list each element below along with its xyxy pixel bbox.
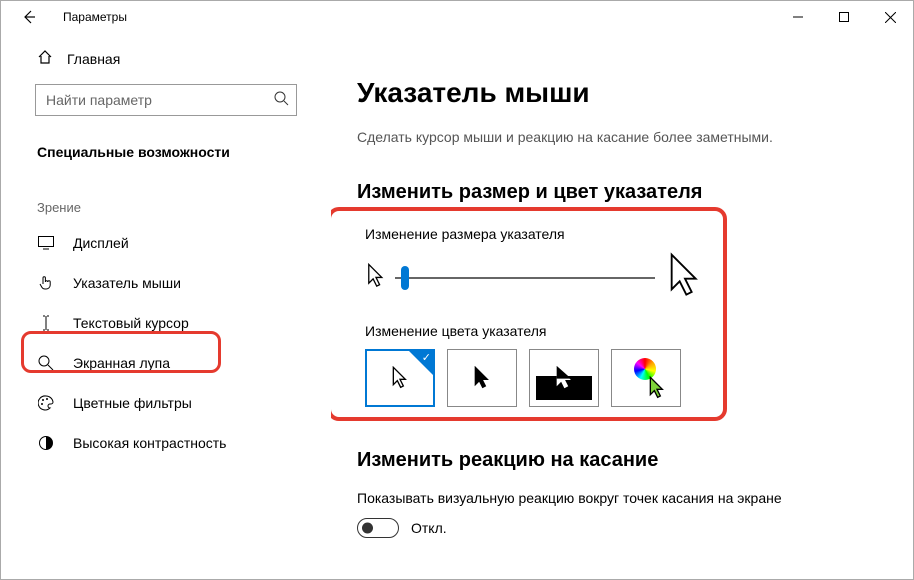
sidebar-item-high-contrast[interactable]: Высокая контрастность [1, 423, 331, 463]
titlebar: Параметры [1, 1, 913, 33]
section-touch: Изменить реакцию на касание [357, 449, 887, 472]
sidebar-item-text-cursor[interactable]: Текстовый курсор [1, 303, 331, 343]
toggle-state-label: Откл. [411, 520, 447, 536]
color-option-black[interactable] [447, 349, 517, 407]
slider-thumb[interactable] [401, 266, 409, 290]
color-option-inverted[interactable] [529, 349, 599, 407]
toggle-knob [362, 523, 373, 534]
sidebar-item-label: Текстовый курсор [73, 315, 189, 331]
contrast-icon [37, 435, 55, 451]
palette-icon [37, 395, 55, 411]
search-box[interactable] [35, 84, 297, 116]
cursor-large-icon [665, 252, 705, 303]
sidebar-item-label: Цветные фильтры [73, 395, 192, 411]
minimize-button[interactable] [775, 1, 821, 33]
sidebar-item-magnifier[interactable]: Экранная лупа [1, 343, 331, 383]
pointer-hand-icon [37, 275, 55, 291]
cursor-small-icon [365, 263, 387, 292]
close-button[interactable] [867, 1, 913, 33]
cursor-icon [473, 366, 491, 390]
back-button[interactable] [15, 3, 43, 31]
cursor-icon [555, 366, 573, 390]
maximize-button[interactable] [821, 1, 867, 33]
pointer-size-row [365, 252, 879, 303]
cursor-icon [391, 366, 409, 390]
sidebar-category: Зрение [1, 172, 331, 223]
touch-feedback-toggle[interactable] [357, 518, 399, 538]
color-label: Изменение цвета указателя [365, 323, 879, 339]
color-option-custom[interactable] [611, 349, 681, 407]
slider-track [395, 277, 655, 279]
cursor-icon [648, 376, 666, 400]
search-icon [274, 91, 289, 109]
sidebar-section: Специальные возможности [1, 134, 331, 172]
size-label: Изменение размера указателя [365, 226, 879, 242]
window-title: Параметры [63, 10, 775, 24]
sidebar-item-label: Высокая контрастность [73, 435, 226, 451]
touch-toggle-row: Откл. [357, 518, 887, 538]
settings-window: Параметры Главная [0, 0, 914, 580]
sidebar: Главная Специальные возможности Зрение Д… [1, 33, 331, 579]
sidebar-item-label: Экранная лупа [73, 355, 170, 371]
magnifier-icon [37, 355, 55, 371]
minimize-icon [793, 12, 803, 22]
text-cursor-icon [37, 315, 55, 331]
check-icon [409, 351, 433, 375]
sidebar-item-display[interactable]: Дисплей [1, 223, 331, 263]
sidebar-home[interactable]: Главная [1, 39, 331, 78]
close-icon [885, 12, 896, 23]
content-pane: Указатель мыши Сделать курсор мыши и реа… [331, 33, 913, 579]
color-option-white[interactable] [365, 349, 435, 407]
section-size-color: Изменить размер и цвет указателя [357, 181, 887, 204]
page-description: Сделать курсор мыши и реакцию на касание… [357, 129, 887, 145]
sidebar-item-label: Дисплей [73, 235, 129, 251]
home-icon [37, 49, 53, 68]
search-input[interactable] [35, 84, 297, 116]
sidebar-item-label: Указатель мыши [73, 275, 181, 291]
touch-label: Показывать визуальную реакцию вокруг точ… [357, 490, 887, 506]
sidebar-item-pointer[interactable]: Указатель мыши [1, 263, 331, 303]
monitor-icon [37, 236, 55, 250]
sidebar-item-color-filters[interactable]: Цветные фильтры [1, 383, 331, 423]
pointer-size-slider[interactable] [395, 266, 655, 290]
page-title: Указатель мыши [357, 77, 887, 109]
arrow-left-icon [21, 9, 37, 25]
pointer-color-row [365, 349, 879, 407]
sidebar-home-label: Главная [67, 51, 120, 67]
maximize-icon [839, 12, 849, 22]
